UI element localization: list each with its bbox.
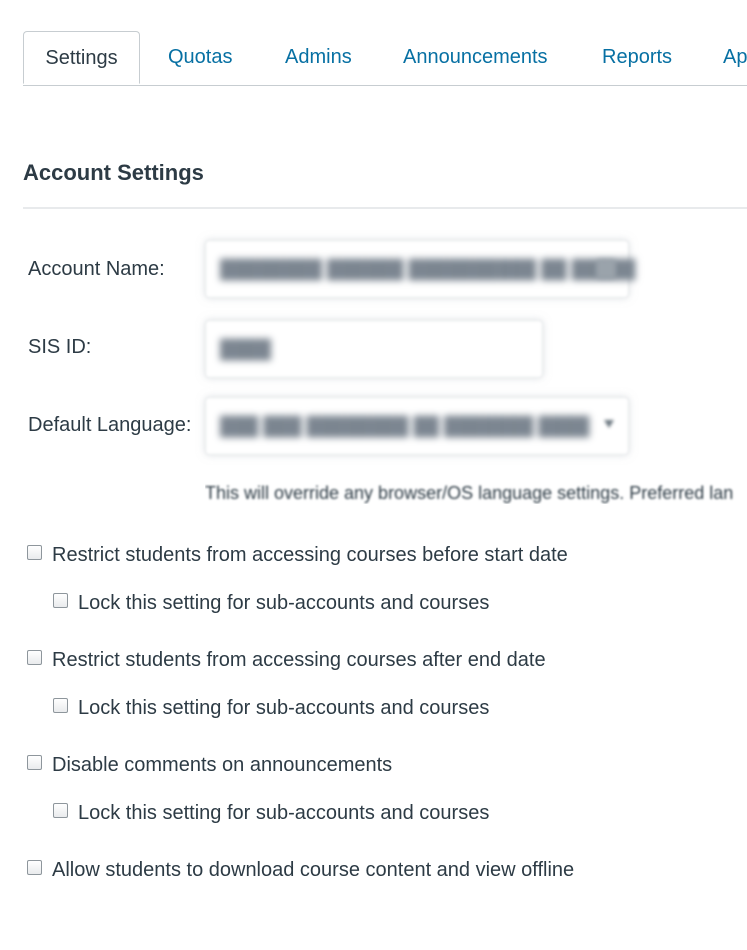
lock-after-end-checkbox-row[interactable]: Lock this setting for sub-accounts and c… (53, 697, 489, 720)
restrict-after-end-checkbox[interactable] (27, 650, 42, 665)
default-language-value-redacted: ███ ███ ████████ ██ ███████ ████ (220, 416, 590, 436)
account-name-label: Account Name: (28, 258, 165, 280)
lock-after-end-label: Lock this setting for sub-accounts and c… (78, 697, 490, 719)
restrict-before-start-checkbox[interactable] (27, 545, 42, 560)
tab-admins[interactable]: Admins (285, 31, 352, 84)
disable-comments-checkbox[interactable] (27, 755, 42, 770)
restrict-before-start-checkbox-row[interactable]: Restrict students from accessing courses… (27, 544, 568, 567)
default-language-label: Default Language: (28, 414, 192, 436)
allow-offline-download-label: Allow students to download course conten… (52, 859, 575, 881)
disable-comments-checkbox-row[interactable]: Disable comments on announcements (27, 754, 392, 777)
account-settings-heading: Account Settings (23, 160, 204, 185)
section-divider (23, 207, 747, 209)
tab-quotas[interactable]: Quotas (168, 31, 232, 84)
tab-settings[interactable]: Settings (23, 31, 140, 84)
sis-id-input[interactable]: ████ (205, 320, 543, 378)
sis-id-label: SIS ID: (28, 336, 92, 358)
language-help-text: This will override any browser/OS langua… (205, 483, 734, 503)
tab-reports[interactable]: Reports (602, 31, 672, 84)
lock-before-start-checkbox[interactable] (53, 593, 68, 608)
lock-disable-comments-checkbox-row[interactable]: Lock this setting for sub-accounts and c… (53, 802, 489, 825)
default-language-select[interactable]: ███ ███ ████████ ██ ███████ ████ (205, 397, 629, 455)
disable-comments-label: Disable comments on announcements (52, 754, 393, 776)
account-name-value-redacted: ████████ ██████ ██████████ ██ █████ (220, 259, 636, 279)
lock-before-start-label: Lock this setting for sub-accounts and c… (78, 592, 490, 614)
restrict-after-end-label: Restrict students from accessing courses… (52, 649, 546, 671)
lock-after-end-checkbox[interactable] (53, 698, 68, 713)
tab-announcements[interactable]: Announcements (403, 31, 548, 84)
restrict-before-start-label: Restrict students from accessing courses… (52, 544, 568, 566)
account-tabs: Settings Quotas Admins Announcements Rep… (23, 31, 747, 86)
lock-before-start-checkbox-row[interactable]: Lock this setting for sub-accounts and c… (53, 592, 489, 615)
field-icon (596, 259, 616, 279)
account-name-input[interactable]: ████████ ██████ ██████████ ██ █████ (205, 240, 635, 298)
lock-disable-comments-label: Lock this setting for sub-accounts and c… (78, 802, 490, 824)
allow-offline-download-checkbox-row[interactable]: Allow students to download course conten… (27, 859, 574, 882)
allow-offline-download-checkbox[interactable] (27, 860, 42, 875)
restrict-after-end-checkbox-row[interactable]: Restrict students from accessing courses… (27, 649, 546, 672)
lock-disable-comments-checkbox[interactable] (53, 803, 68, 818)
tab-apps[interactable]: Ap (723, 31, 747, 84)
sis-id-value-redacted: ████ (220, 339, 272, 359)
chevron-down-icon (604, 420, 614, 428)
